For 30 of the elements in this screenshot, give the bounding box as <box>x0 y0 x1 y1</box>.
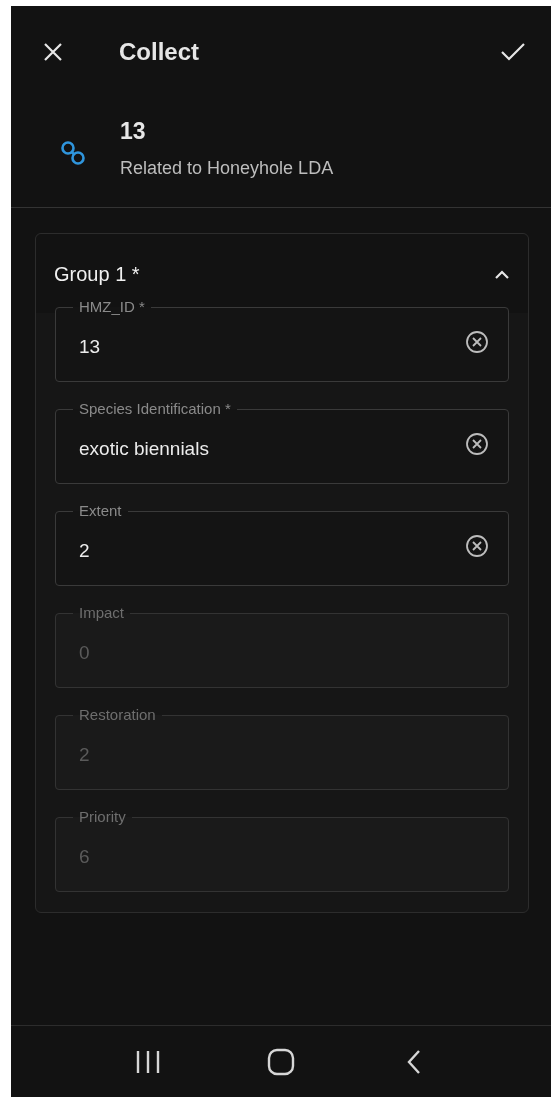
clear-icon <box>465 330 489 354</box>
record-title: 13 <box>120 117 147 146</box>
home-icon <box>267 1047 295 1076</box>
field-label: Priority <box>78 808 127 826</box>
clear-icon <box>465 534 489 558</box>
clear-button[interactable] <box>464 329 490 355</box>
field-value: 6 <box>79 844 91 869</box>
text-field[interactable]: Species Identification * exotic biennials <box>55 400 509 484</box>
field-label: Impact <box>78 604 125 622</box>
field-value: 2 <box>79 742 91 767</box>
check-icon <box>500 42 526 62</box>
field-value: 2 <box>79 538 91 563</box>
recent-apps-icon <box>134 1049 161 1074</box>
chevron-up-icon <box>494 268 510 279</box>
group-title: Group 1 * <box>54 261 140 287</box>
link-icon <box>59 139 87 167</box>
clear-button[interactable] <box>464 533 490 559</box>
field-value: exotic biennials <box>79 436 210 461</box>
field-label: Restoration <box>78 706 157 724</box>
back-icon <box>406 1048 423 1075</box>
field-value: 13 <box>79 334 102 359</box>
close-icon <box>43 42 63 62</box>
record-subtitle: Related to Honeyhole LDA <box>120 157 334 180</box>
clear-button[interactable] <box>464 431 490 457</box>
clear-icon <box>465 432 489 456</box>
field-label: Extent <box>78 502 123 520</box>
field-label: HMZ_ID * <box>78 298 146 316</box>
screen-title: Collect <box>119 37 200 67</box>
field-label: Species Identification * <box>78 400 232 418</box>
field-value: 0 <box>79 640 91 665</box>
